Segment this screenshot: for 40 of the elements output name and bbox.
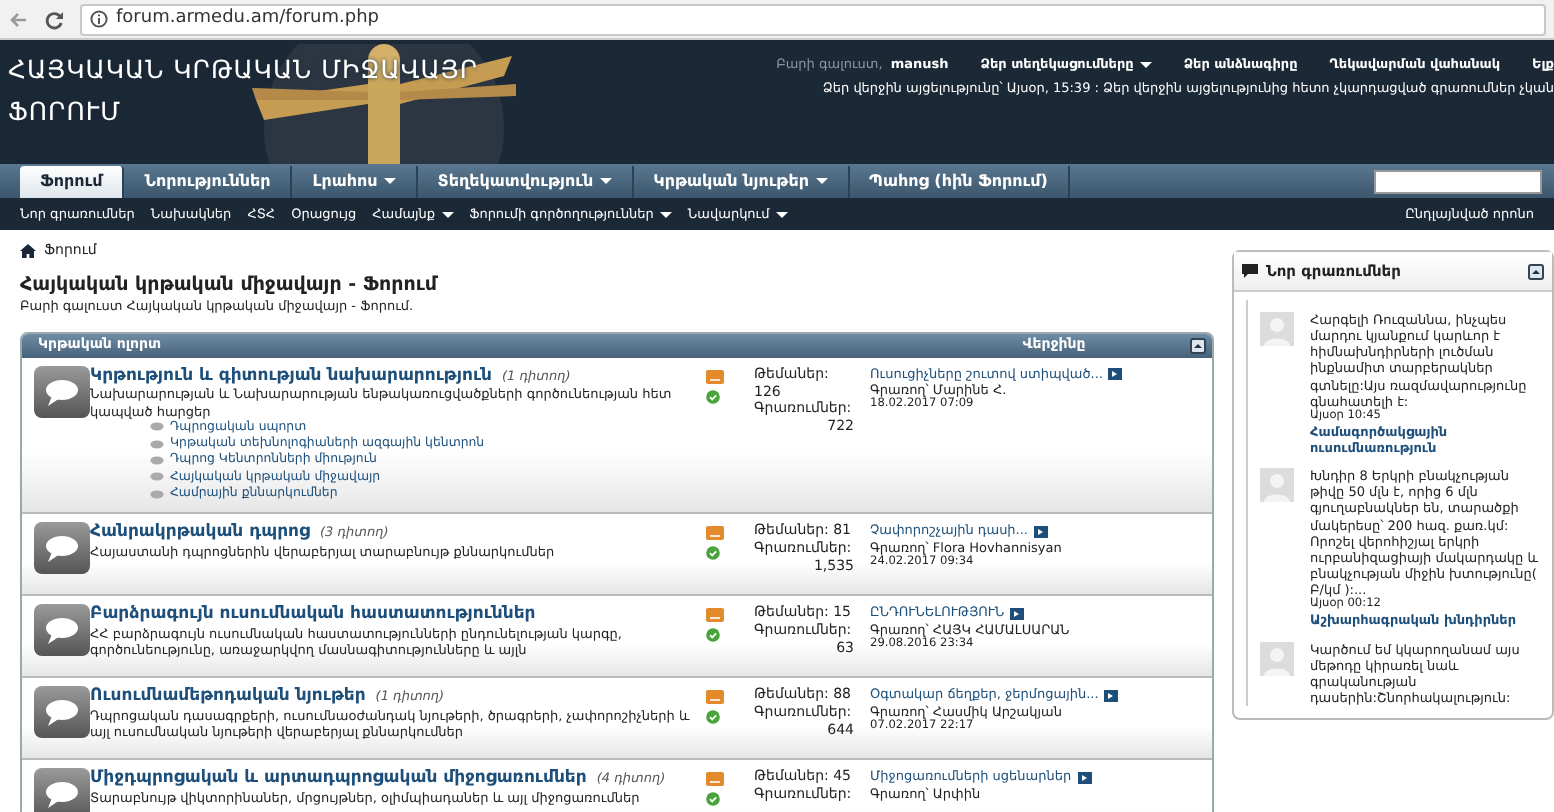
avatar-icon (1260, 312, 1294, 346)
site-title: ՖՈՐՈՒՄ (8, 94, 121, 130)
status-icon (706, 546, 720, 561)
status-icon (706, 792, 720, 807)
info-icon (90, 10, 108, 28)
avatar-icon (1260, 641, 1294, 676)
collapse-icon[interactable] (1528, 263, 1544, 279)
chat-icon (1242, 264, 1258, 278)
address-bar[interactable]: forum.armedu.am/forum.php (80, 3, 1546, 35)
rss-icon[interactable] (706, 690, 724, 705)
rss-icon[interactable] (706, 608, 724, 623)
home-icon[interactable] (20, 243, 36, 258)
url-text: forum.armedu.am/forum.php (116, 7, 379, 31)
go-to-post-icon[interactable] (1077, 771, 1092, 784)
page-title: Հայկական կրթական միջավայր - Ֆորում (20, 273, 440, 298)
go-to-post-icon[interactable] (1010, 607, 1025, 620)
go-to-post-icon[interactable] (1104, 689, 1119, 702)
forum-icon (34, 768, 90, 812)
nav-tab[interactable]: Ֆորում (20, 166, 125, 198)
go-to-post-icon[interactable] (1108, 367, 1123, 380)
status-icon (706, 389, 720, 404)
forum-title-link[interactable]: Կրթություն և գիտության նախարարություն (90, 365, 492, 386)
collapse-icon[interactable] (1190, 337, 1206, 354)
forum-title-link[interactable]: Հանրակրթական դպրոց (90, 522, 310, 543)
forum-icon (34, 522, 90, 575)
rss-icon[interactable] (706, 526, 724, 541)
forum-icon (34, 686, 90, 739)
rss-icon[interactable] (706, 772, 724, 787)
go-to-post-icon[interactable] (1034, 525, 1049, 538)
forum-icon (34, 604, 90, 657)
status-icon (706, 628, 720, 643)
rss-icon[interactable] (706, 369, 724, 384)
forum-title-link[interactable]: Միջդպրոցական և արտադպրոցական միջոցառումներ (90, 768, 587, 789)
status-icon (706, 710, 720, 725)
reload-icon[interactable] (44, 9, 64, 29)
forum-icon (34, 365, 90, 418)
forum-title-link[interactable]: Բարձրագույն ուսումնական հաստատություններ (90, 604, 536, 625)
avatar-icon (1260, 468, 1294, 503)
forum-title-link[interactable]: Ուսումնամեթոդական նյութեր (90, 686, 366, 707)
search-field[interactable] (1374, 170, 1542, 194)
